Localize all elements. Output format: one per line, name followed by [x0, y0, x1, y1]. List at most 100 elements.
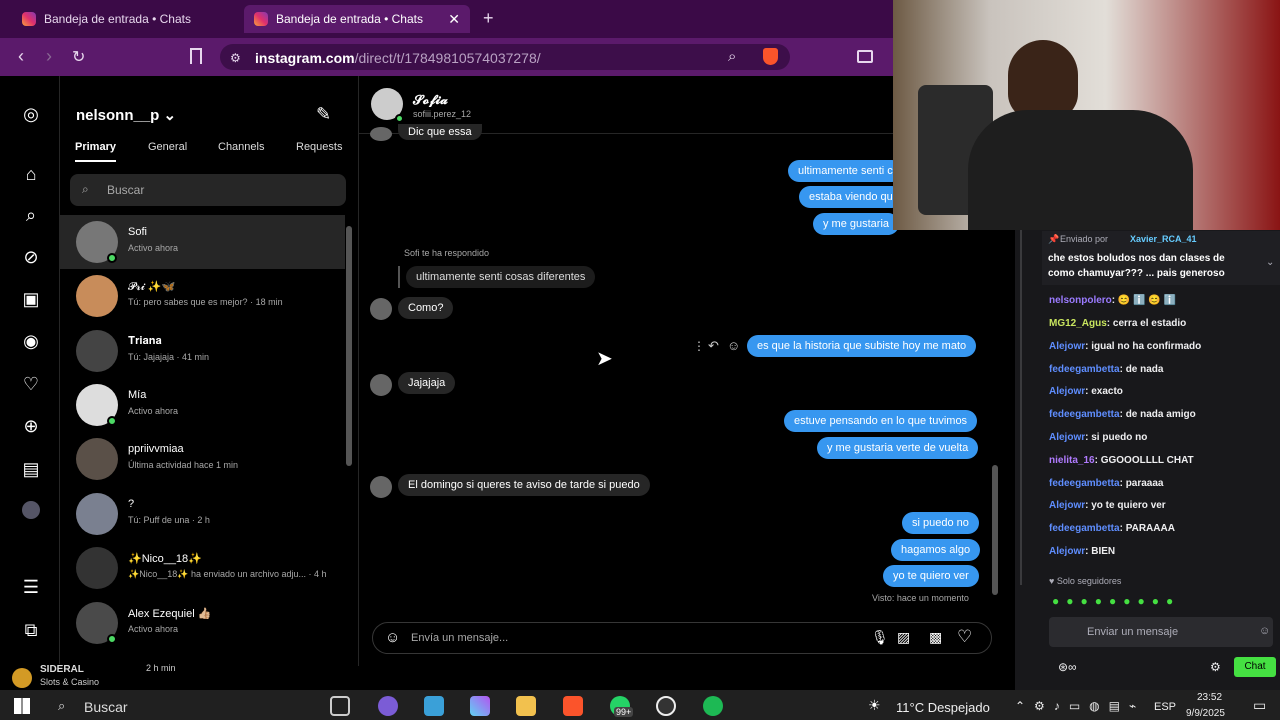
send-message-input[interactable]: Enviar un mensaje ☺ [1049, 617, 1273, 647]
more-apps-icon[interactable]: ⧉ [20, 619, 42, 641]
chat-username[interactable]: fedeegambetta [1049, 478, 1120, 489]
bookmark-icon[interactable] [190, 48, 202, 64]
chat-username[interactable]: fedeegambetta [1049, 523, 1120, 534]
emoji-icon[interactable]: ☺ [385, 629, 400, 646]
pinned-user[interactable]: Xavier_RCA_41 [1130, 234, 1197, 244]
site-info-icon[interactable]: ⚙ [230, 51, 241, 65]
conversation-preview: Tú: Puff de una · 2 h [128, 515, 210, 525]
home-icon[interactable]: ⌂ [20, 163, 42, 185]
chat-username[interactable]: MG12_Agus [1049, 318, 1107, 329]
emote-row[interactable]: ●●●●●●●●● [1052, 594, 1180, 608]
weather-icon: ☀ [868, 697, 881, 713]
notifications-icon[interactable]: ▭ [1253, 697, 1266, 714]
chat-button[interactable]: Chat [1234, 657, 1276, 677]
task-view-icon[interactable] [330, 696, 350, 716]
reload-icon[interactable]: ↻ [72, 47, 85, 67]
app-icon[interactable] [378, 696, 398, 716]
chat-username[interactable]: Alejowr [1049, 341, 1085, 352]
weather-text[interactable]: 11°C Despejado [896, 700, 990, 715]
conversation-item[interactable]: ppriivvmiaa Última actividad hace 1 min [60, 432, 345, 486]
online-indicator [107, 634, 117, 644]
microphone-icon[interactable]: 🎙 [871, 629, 889, 646]
language-indicator[interactable]: ESP [1154, 701, 1176, 713]
search-icon[interactable]: ⌕ [58, 698, 65, 714]
profile-avatar-icon[interactable] [22, 501, 40, 519]
file-explorer-icon[interactable] [516, 696, 536, 716]
chat-username[interactable]: Alejowr [1049, 500, 1085, 511]
message-out: si puedo no [902, 512, 979, 534]
conversation-item[interactable]: Sofi Activo ahora [60, 215, 345, 269]
close-tab-icon[interactable]: ✕ [448, 11, 460, 28]
chat-username[interactable]: nielita_16 [1049, 455, 1095, 466]
brave-shield-icon[interactable] [763, 48, 778, 65]
conversation-preview: ✨Nico__18✨ ha enviado un archivo adju...… [128, 569, 327, 579]
clock-time[interactable]: 23:52 [1197, 692, 1222, 703]
divider [1020, 230, 1022, 585]
chat-username[interactable]: fedeegambetta [1049, 364, 1120, 375]
chat-scrollbar[interactable] [992, 465, 998, 595]
messenger-icon[interactable]: ◉ [20, 330, 42, 352]
more-options-icon[interactable]: ⋮ [693, 339, 705, 353]
reply-icon[interactable]: ↶ [708, 338, 719, 354]
taskbar-search[interactable]: Buscar [84, 699, 128, 715]
create-icon[interactable]: ⊕ [20, 415, 42, 437]
zoom-icon[interactable]: ⌕ [728, 48, 736, 65]
chat-username[interactable]: nelsonpolero [1049, 295, 1112, 306]
windows-start-icon[interactable] [14, 698, 30, 714]
instagram-logo-icon[interactable]: ◎ [20, 103, 42, 125]
back-icon[interactable]: ‹ [18, 46, 24, 67]
sidebar-toggle-icon[interactable] [857, 50, 873, 63]
contact-name[interactable]: 𝓢𝓸𝓯𝓲𝓪 [413, 92, 448, 108]
explore-icon[interactable]: ⊘ [20, 246, 42, 268]
app-icon[interactable] [424, 696, 444, 716]
ig-nav-rail: ◎ ⌂ ⌕ ⊘ ▣ ◉ ♡ ⊕ ▤ ☰ ⧉ [0, 76, 60, 666]
chat-username[interactable]: fedeegambetta [1049, 409, 1120, 420]
heart-icon[interactable]: ♡ [957, 627, 972, 647]
compose-icon[interactable]: ✎ [316, 104, 331, 125]
spotify-icon[interactable] [703, 696, 723, 716]
menu-icon[interactable]: ☰ [20, 576, 42, 598]
copilot-icon[interactable] [470, 696, 490, 716]
contact-handle: sofiii.perez_12 [413, 109, 472, 119]
browser-tab-1[interactable]: Bandeja de entrada • Chats [12, 5, 242, 33]
instagram-favicon-icon [254, 12, 268, 26]
reels-icon[interactable]: ▣ [20, 288, 42, 310]
heart-icon[interactable]: ♡ [20, 373, 42, 395]
forward-icon[interactable]: › [46, 46, 52, 67]
sticker-icon[interactable]: ▩ [929, 629, 942, 646]
new-tab-icon[interactable]: + [483, 8, 494, 29]
react-emoji-icon[interactable]: ☺ [727, 338, 740, 353]
account-username[interactable]: nelsonn__p ⌄ [76, 106, 176, 124]
tab-channels[interactable]: Channels [218, 141, 264, 153]
conversation-item[interactable]: ✨Nico__18✨ ✨Nico__18✨ ha enviado un arch… [60, 541, 345, 595]
settings-gear-icon[interactable]: ⚙ [1210, 660, 1221, 674]
conversation-item[interactable]: Alex Ezequiel 👍🏼 Activo ahora [60, 596, 345, 650]
message-avatar [370, 476, 392, 498]
conversation-item[interactable]: 𝓟𝓻𝓲 ✨🦋 Tú: pero sabes que es mejor? · 18… [60, 269, 345, 323]
search-icon[interactable]: ⌕ [20, 204, 42, 226]
search-input[interactable]: ⌕ Buscar [70, 174, 346, 206]
clock-date[interactable]: 9/9/2025 [1186, 708, 1225, 719]
chat-username[interactable]: Alejowr [1049, 386, 1085, 397]
tab-general[interactable]: General [148, 141, 187, 153]
inbox-scrollbar[interactable] [346, 226, 352, 466]
message-composer[interactable]: ☺ Envía un mensaje... 🎙 ▨ ▩ ♡ [372, 622, 992, 654]
tab-primary[interactable]: Primary [75, 141, 116, 162]
conversation-item[interactable]: Mía Activo ahora [60, 378, 345, 432]
image-icon[interactable]: ▨ [897, 629, 910, 646]
system-tray-icons[interactable]: ⌃⚙♪▭◍▤⌁ [1015, 699, 1145, 713]
chat-text: cerra el estadio [1112, 318, 1187, 329]
chat-username[interactable]: Alejowr [1049, 546, 1085, 557]
points-icon[interactable]: ⊛∞ [1058, 660, 1077, 674]
dashboard-icon[interactable]: ▤ [20, 458, 42, 480]
app-icon[interactable] [656, 696, 676, 716]
browser-tab-2[interactable]: Bandeja de entrada • Chats ✕ [244, 5, 470, 33]
conversation-item[interactable]: ? Tú: Puff de una · 2 h [60, 487, 345, 541]
chevron-down-icon[interactable]: ⌄ [1266, 257, 1274, 268]
chat-username[interactable]: Alejowr [1049, 432, 1085, 443]
tab-requests[interactable]: Requests [296, 141, 342, 153]
conversation-item[interactable]: 𝐓𝐫𝐢𝐚𝐧𝐚 Tú: Jajajaja · 41 min [60, 324, 345, 378]
emote-picker-icon[interactable]: ☺ [1259, 625, 1270, 637]
person-head [1008, 40, 1078, 120]
brave-icon[interactable] [563, 696, 583, 716]
